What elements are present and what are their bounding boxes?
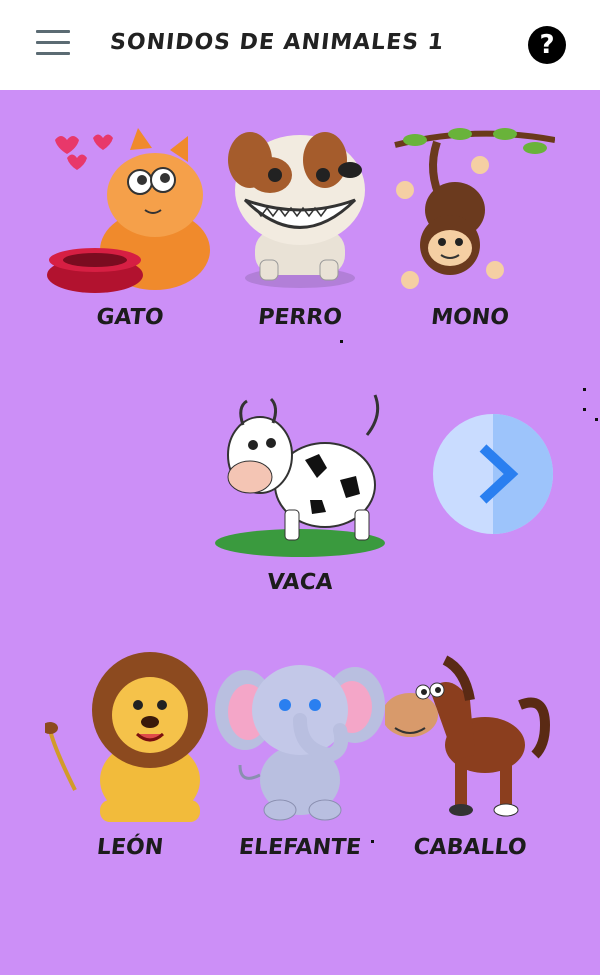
chevron-right-icon: [479, 444, 519, 504]
animal-label: CABALLO: [412, 835, 528, 860]
cow-icon: [215, 394, 385, 557]
stray-dot: [583, 408, 586, 411]
monkey-icon: [394, 128, 555, 289]
animal-label: MONO: [429, 305, 511, 330]
dog-icon: [228, 132, 365, 288]
animal-label: VACA: [265, 570, 335, 595]
animal-label: LEÓN: [95, 835, 165, 860]
elephant-icon: [215, 665, 385, 821]
page-title: SONIDOS DE ANIMALES 1: [108, 30, 446, 55]
cat-icon: [47, 128, 210, 293]
next-page-button[interactable]: [433, 414, 553, 534]
animal-card-leon[interactable]: LEÓN: [45, 650, 215, 875]
animal-card-vaca[interactable]: VACA: [215, 385, 385, 610]
stray-dot: [371, 840, 374, 843]
menu-button[interactable]: [36, 30, 70, 60]
animal-card-perro[interactable]: PERRO: [215, 120, 385, 345]
animal-card-mono[interactable]: MONO: [385, 120, 555, 345]
animal-card-caballo[interactable]: CABALLO: [385, 650, 555, 875]
menu-icon-line: [36, 30, 70, 33]
animal-label: GATO: [95, 305, 165, 330]
help-button[interactable]: ?: [528, 26, 566, 64]
animal-label: ELEFANTE: [237, 835, 363, 860]
animal-card-gato[interactable]: GATO: [45, 120, 215, 345]
stray-dot: [595, 418, 598, 421]
app-bar: SONIDOS DE ANIMALES 1 ?: [0, 0, 600, 90]
animal-card-elefante[interactable]: ELEFANTE: [215, 650, 385, 875]
horse-icon: [385, 655, 551, 817]
menu-icon-line: [36, 52, 70, 55]
lion-icon: [45, 652, 208, 822]
stray-dot: [340, 340, 343, 343]
animal-label: PERRO: [256, 305, 344, 330]
stray-dot: [583, 388, 586, 391]
menu-icon-line: [36, 41, 70, 44]
